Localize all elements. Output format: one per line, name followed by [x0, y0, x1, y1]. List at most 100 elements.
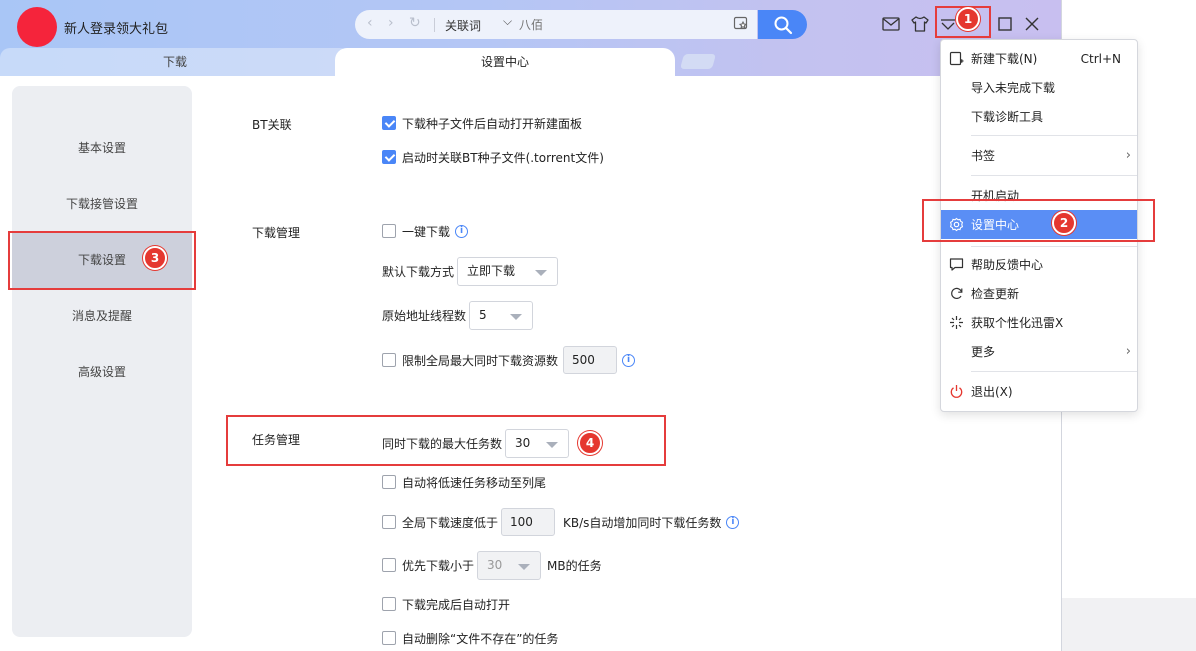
option-label: 下载完成后自动打开	[402, 597, 511, 612]
option-label: 默认下载方式	[382, 264, 455, 279]
option-auto-delete[interactable]: 自动删除“文件不存在”的任务	[382, 627, 558, 649]
option-priority-small[interactable]: 优先下载小于 30 MB的任务	[382, 550, 602, 580]
option-label: 原始地址线程数	[382, 308, 467, 323]
annotation-box-2	[922, 199, 1155, 242]
tab-download[interactable]: 下载	[0, 48, 350, 76]
checkbox[interactable]	[382, 631, 396, 645]
titlebar: 新人登录领大礼包 ‹ › ↻ 关联词 ⌵ 下载 设置中心	[0, 0, 1061, 76]
sparkle-icon	[950, 316, 963, 329]
info-icon[interactable]: i	[622, 353, 636, 367]
limit-sources-input[interactable]: 500	[563, 346, 618, 374]
menu-divider	[971, 135, 1137, 136]
option-label: 一键下载	[402, 224, 451, 239]
menu-item-more[interactable]: 更多 ›	[941, 337, 1137, 366]
search-button[interactable]	[758, 10, 807, 39]
option-limit-sources[interactable]: 限制全局最大同时下载资源数 500 i	[382, 345, 636, 375]
backdrop-right-bottom	[1062, 598, 1196, 651]
default-mode-select[interactable]: 立即下载	[457, 256, 559, 286]
menu-item-check-update[interactable]: 检查更新	[941, 279, 1137, 308]
menu-item-diagnose[interactable]: 下载诊断工具	[941, 102, 1137, 131]
threads-select[interactable]: 5	[469, 300, 534, 330]
skin-icon[interactable]	[910, 14, 930, 34]
close-icon[interactable]	[1022, 14, 1042, 34]
info-icon[interactable]: i	[455, 224, 469, 238]
refresh-icon	[951, 287, 963, 300]
menu-item-label: 更多	[971, 345, 996, 359]
sidebar-item-advanced[interactable]: 高级设置	[12, 344, 192, 400]
menu-item-import[interactable]: 导入未完成下载	[941, 73, 1137, 102]
settings-sidebar: 基本设置 下载接管设置 下载设置 消息及提醒 高级设置	[12, 86, 192, 637]
sidebar-item-notifications[interactable]: 消息及提醒	[12, 288, 192, 344]
checkbox[interactable]	[382, 597, 396, 611]
option-default-mode: 默认下载方式 立即下载	[382, 256, 559, 286]
menu-divider	[971, 175, 1137, 176]
menu-item-label: 书签	[971, 149, 996, 163]
promo-text[interactable]: 新人登录领大礼包	[64, 18, 168, 37]
sidebar-item-takeover[interactable]: 下载接管设置	[12, 176, 192, 232]
option-speed-below[interactable]: 全局下载速度低于 100 KB/s自动增加同时下载任务数 i	[382, 507, 740, 537]
menu-item-exit[interactable]: 退出(X)	[941, 377, 1137, 406]
search-input[interactable]	[519, 15, 719, 34]
menu-item-label: 获取个性化迅雷X	[971, 316, 1064, 330]
priority-small-select[interactable]: 30	[477, 550, 542, 580]
forward-icon[interactable]: ›	[388, 15, 394, 31]
chevron-down-icon[interactable]: ⌵	[503, 14, 512, 29]
menu-divider	[971, 246, 1137, 247]
main-window: 新人登录领大礼包 ‹ › ↻ 关联词 ⌵ 下载 设置中心 基本设置 下载接管设置…	[0, 0, 1062, 651]
new-download-icon	[949, 51, 964, 66]
option-auto-open[interactable]: 下载完成后自动打开	[382, 593, 510, 615]
sidebar-item-basic[interactable]: 基本设置	[12, 120, 192, 176]
checkbox[interactable]	[382, 116, 396, 130]
section-title-bt: BT关联	[252, 118, 292, 132]
checkbox[interactable]	[382, 558, 396, 572]
tab-settings-center[interactable]: 设置中心	[335, 48, 675, 76]
option-label-prefix: 全局下载速度低于	[402, 515, 499, 530]
menu-item-label: 帮助反馈中心	[971, 258, 1044, 272]
annotation-badge-2: 2	[1052, 211, 1076, 235]
menu-item-label: 导入未完成下载	[971, 81, 1056, 95]
new-tab-button[interactable]	[679, 54, 717, 69]
option-move-slow[interactable]: 自动将低速任务移动至列尾	[382, 471, 546, 493]
option-bt-open-panel[interactable]: 下载种子文件后自动打开新建面板	[382, 112, 582, 134]
maximize-icon[interactable]	[995, 14, 1015, 34]
checkbox[interactable]	[382, 353, 396, 367]
feedback-icon	[949, 258, 964, 271]
menu-item-shortcut: Ctrl+N	[1080, 51, 1121, 66]
speed-below-input[interactable]: 100	[501, 508, 556, 536]
mail-icon[interactable]	[881, 14, 901, 34]
option-bt-associate[interactable]: 启动时关联BT种子文件(.torrent文件)	[382, 146, 604, 168]
option-one-click[interactable]: 一键下载 i	[382, 220, 469, 242]
menu-item-new-download[interactable]: 新建下载(N) Ctrl+N	[941, 44, 1137, 73]
search-bar: ‹ › ↻ 关联词 ⌵	[355, 10, 757, 39]
favorite-icon[interactable]	[733, 15, 749, 31]
menu-item-label: 下载诊断工具	[971, 110, 1044, 124]
menu-item-feedback[interactable]: 帮助反馈中心	[941, 250, 1137, 279]
checkbox[interactable]	[382, 475, 396, 489]
chevron-down-icon	[510, 313, 523, 320]
annotation-box-3	[8, 231, 196, 290]
checkbox[interactable]	[382, 515, 396, 529]
power-icon	[950, 385, 963, 398]
menu-item-bookmarks[interactable]: 书签 ›	[941, 141, 1137, 170]
menu-item-label: 检查更新	[971, 287, 1020, 301]
menu-item-label: 退出(X)	[971, 385, 1013, 399]
refresh-icon[interactable]: ↻	[409, 15, 421, 31]
chevron-down-icon	[535, 269, 548, 276]
menu-divider	[971, 371, 1137, 372]
option-label: 限制全局最大同时下载资源数	[402, 353, 559, 368]
chevron-down-icon	[518, 563, 531, 570]
option-label-suffix: MB的任务	[547, 558, 602, 573]
option-label: 自动删除“文件不存在”的任务	[402, 631, 559, 646]
back-icon[interactable]: ‹	[367, 15, 373, 31]
section-title-download: 下载管理	[252, 226, 301, 240]
avatar[interactable]	[17, 7, 57, 47]
keyword-label[interactable]: 关联词	[445, 17, 481, 34]
checkbox[interactable]	[382, 224, 396, 238]
menu-item-personalize[interactable]: 获取个性化迅雷X	[941, 308, 1137, 337]
info-icon[interactable]: i	[726, 515, 740, 529]
annotation-badge-3: 3	[143, 246, 167, 270]
checkbox[interactable]	[382, 150, 396, 164]
option-label-prefix: 优先下载小于	[402, 558, 475, 573]
option-label: 下载种子文件后自动打开新建面板	[402, 116, 583, 131]
option-label: 启动时关联BT种子文件(.torrent文件)	[402, 150, 604, 165]
